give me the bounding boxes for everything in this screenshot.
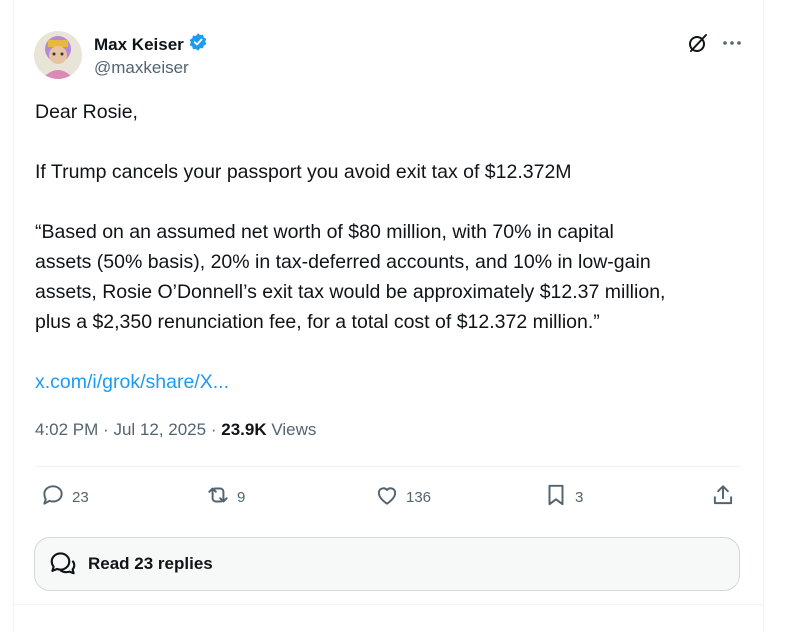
grok-share-link[interactable]: x.com/i/grok/share/X... <box>35 367 750 397</box>
reply-button[interactable]: 23 <box>40 482 89 512</box>
repost-button[interactable]: 9 <box>205 482 245 512</box>
like-button[interactable]: 136 <box>374 482 431 512</box>
divider <box>35 466 741 467</box>
read-replies-label: Read 23 replies <box>88 554 213 573</box>
author-handle[interactable]: @maxkeiser <box>94 58 189 78</box>
share-button[interactable] <box>710 482 736 512</box>
meta-separator: · <box>103 420 109 439</box>
author-name[interactable]: Max Keiser <box>94 35 184 55</box>
repost-count: 9 <box>237 488 246 506</box>
meta-separator: · <box>210 420 217 439</box>
repost-icon <box>205 482 231 512</box>
quote-line: assets (50% basis), 20% in tax-deferred … <box>35 251 651 273</box>
reply-count: 23 <box>72 488 89 506</box>
tweet-time[interactable]: 4:02 PM <box>35 420 98 439</box>
like-count: 136 <box>406 488 432 506</box>
views-count: 23.9K <box>221 420 267 439</box>
divider <box>13 604 764 605</box>
tweet-meta: 4:02 PM · Jul 12, 2025 · 23.9K Views <box>35 420 316 440</box>
like-icon <box>374 482 400 512</box>
chat-bubble-icon <box>48 549 78 579</box>
quote-line: plus a $2,350 renunciation fee, for a to… <box>35 311 600 333</box>
grok-icon[interactable] <box>686 31 710 55</box>
share-icon <box>710 482 736 512</box>
tweet-quote: “Based on an assumed net worth of $80 mi… <box>35 217 750 337</box>
reply-icon <box>40 482 66 512</box>
tweet-date[interactable]: Jul 12, 2025 <box>113 420 206 439</box>
author-row[interactable]: Max Keiser <box>94 32 208 57</box>
read-replies-button[interactable]: Read 23 replies <box>34 537 740 591</box>
quote-line: assets, Rosie O’Donnell’s exit tax would… <box>35 281 666 303</box>
bookmark-count: 3 <box>575 488 584 506</box>
bookmark-button[interactable]: 3 <box>543 482 583 512</box>
quote-line: “Based on an assumed net worth of $80 mi… <box>35 221 614 243</box>
tweet-greeting: Dear Rosie, <box>35 101 138 123</box>
bookmark-icon <box>543 482 569 512</box>
tweet-line: If Trump cancels your passport you avoid… <box>35 161 572 183</box>
views-label: Views <box>271 420 317 439</box>
more-icon[interactable] <box>720 31 744 55</box>
avatar[interactable] <box>34 31 82 79</box>
verified-badge-icon <box>188 32 208 57</box>
